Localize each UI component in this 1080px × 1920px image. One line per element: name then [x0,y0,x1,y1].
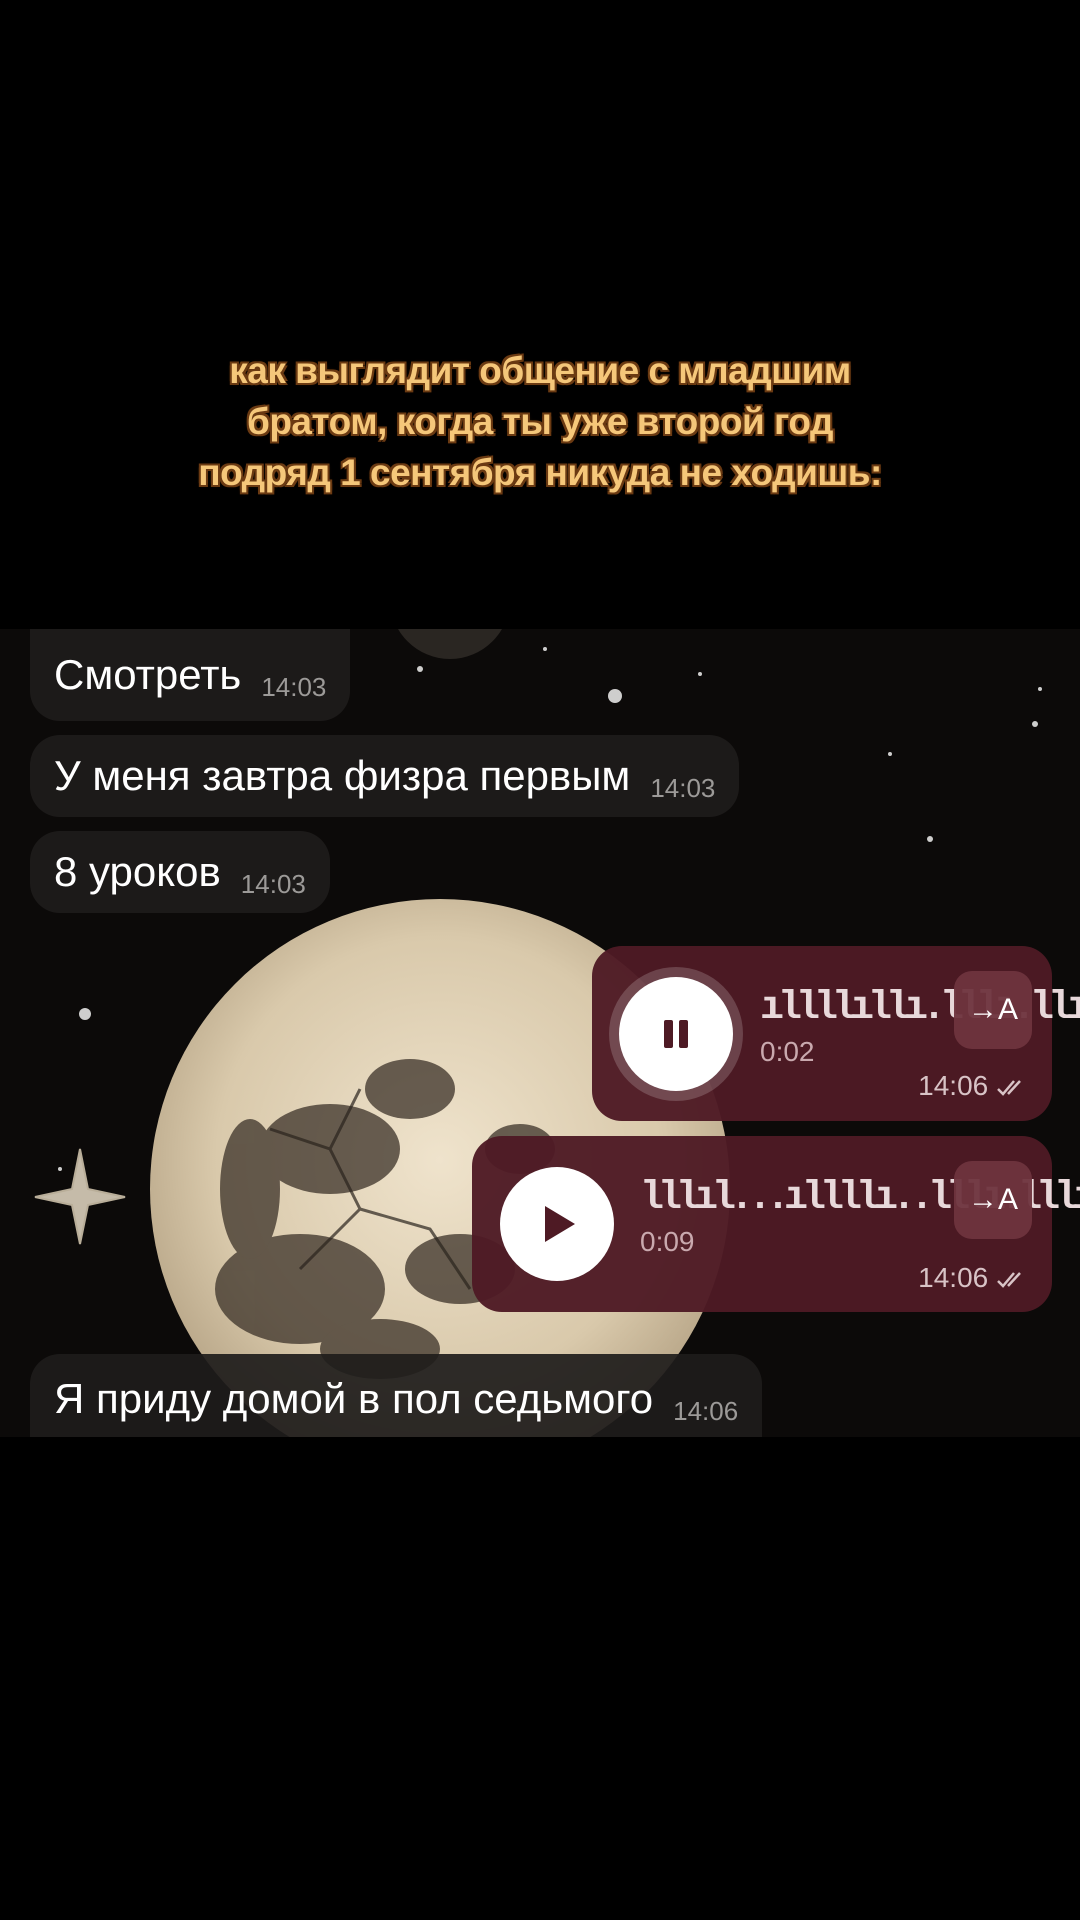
message-text: У меня завтра физра первым [54,752,631,799]
caption-line-1: как выглядит общение с младшим [229,350,851,391]
caption-line-2: братом, когда ты уже второй год [246,401,834,442]
chat-screenshot: Смотреть 14:03 У меня завтра физра первы… [0,629,1080,1437]
message-text: 8 уроков [54,848,221,895]
message-time: 14:06 [918,1070,989,1101]
transcribe-button[interactable]: →A [954,1161,1032,1239]
caption-text: как выглядит общение с младшим братом, к… [0,345,1080,498]
voice-message-bubble[interactable]: lllıl...ıllllı..lllı.lllı. 0:09 →A 14:06 [472,1136,1080,1312]
message-time: 14:06 [673,1395,739,1426]
pause-button[interactable] [619,977,733,1091]
message-time: 14:03 [650,772,716,803]
double-check-icon [997,1079,1021,1096]
voice-duration: 0:02 [760,1036,815,1067]
voice-message-bubble[interactable]: ıllllıllı.lllı.llıı.l 0:02 →A 14:06 [592,946,1080,1121]
message-time-status: 14:06 [918,1262,1034,1294]
message-bubble[interactable]: 8 уроков 14:03 [30,831,330,913]
play-button[interactable] [500,1167,614,1281]
message-time: 14:03 [261,671,327,702]
transcribe-button[interactable]: →A [954,971,1032,1049]
waveform[interactable]: ıllllıllı.lllı.llıı.l [760,986,1080,1031]
message-bubble[interactable]: Смотреть 14:03 [30,629,351,721]
message-time: 14:06 [918,1262,989,1293]
message-time-status: 14:06 [918,1070,1034,1102]
message-text: Я приду домой в пол седьмого [54,1375,654,1422]
double-check-icon [997,1271,1021,1288]
pause-icon [664,1020,688,1048]
caption-line-3: подряд 1 сентября никуда не ходишь: [198,452,882,493]
voice-duration: 0:09 [640,1226,695,1257]
play-icon [545,1206,575,1242]
message-time: 14:03 [240,868,306,899]
message-text: Смотреть [54,651,242,698]
message-bubble[interactable]: У меня завтра физра первым 14:03 [30,735,740,817]
message-bubble[interactable]: Я приду домой в пол седьмого 14:06 [30,1354,763,1437]
